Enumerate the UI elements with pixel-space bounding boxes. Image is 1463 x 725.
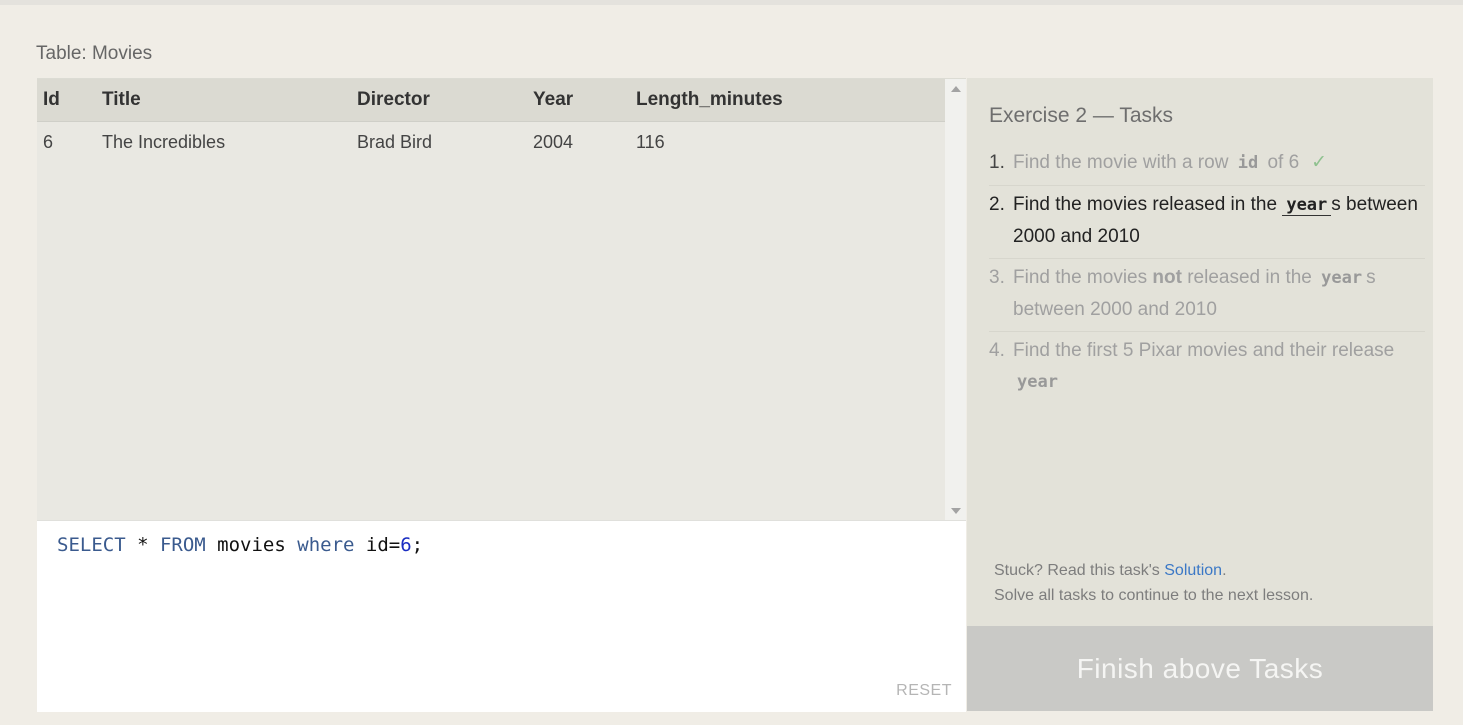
column-header-length: Length_minutes [636,79,945,122]
hint-line-1: Stuck? Read this task's Solution. [994,558,1313,583]
sql-keyword-from: FROM [159,534,206,556]
sql-token-table: movies [205,534,298,556]
checkmark-icon: ✓ [1311,152,1328,173]
top-edge [0,0,1463,5]
task-item-4: 4. Find the first 5 Pixar movies and the… [989,332,1425,404]
table-caption: Table: Movies [36,43,153,64]
task-text: Find the first 5 Pixar movies and their … [1013,335,1425,398]
task-text-part: Find the movies released in the [1013,194,1278,215]
results-panel: Id Title Director Year Length_minutes 6 … [37,78,966,521]
column-header-year: Year [533,79,636,122]
task-number: 4. [989,340,1005,361]
hint-prefix: Stuck? Read this task's [994,562,1160,579]
task-number: 2. [989,194,1005,215]
sql-keyword-select: SELECT [57,534,126,556]
task-text-part: of 6 [1267,152,1300,173]
results-scrollbar[interactable] [945,79,966,521]
task-code: year [1282,195,1332,216]
task-emphasis: not [1152,267,1182,288]
sql-token-condition: id= [354,534,401,556]
task-item-3: 3. Find the movies not released in the y… [989,259,1425,332]
sql-semicolon: ; [411,534,424,556]
cell-length: 116 [636,131,665,152]
table-row: 6 The Incredibles Brad Bird 2004 116 [37,122,945,163]
solution-link[interactable]: Solution [1164,562,1222,579]
cell-director: Brad Bird [357,131,433,152]
task-code: year [1321,268,1363,288]
reset-button[interactable]: RESET [896,682,952,700]
task-text-part: Find the first 5 Pixar movies and their … [1013,340,1395,361]
tasks-panel: Exercise 2 — Tasks 1. Find the movie wit… [967,78,1433,626]
cell-year: 2004 [533,131,574,152]
scroll-down-arrow-icon[interactable] [951,508,961,514]
hint-line-2: Solve all tasks to continue to the next … [994,587,1314,604]
task-list: 1. Find the movie with a row id of 6 ✓ 2.… [989,144,1425,404]
task-text: Find the movies not released in the year… [1013,262,1425,325]
results-table-wrap: Id Title Director Year Length_minutes 6 … [37,79,945,521]
task-text-part: Find the movies [1013,267,1148,288]
results-table: Id Title Director Year Length_minutes 6 … [37,79,945,162]
cell-title: The Incredibles [102,131,226,152]
header-row: Id Title Director Year Length_minutes [37,79,945,122]
hint-text: Stuck? Read this task's Solution. Solve … [994,558,1313,608]
cell-id: 6 [43,131,54,152]
sql-number: 6 [400,534,412,556]
task-item-1: 1. Find the movie with a row id of 6 ✓ [989,144,1425,186]
column-header-title: Title [102,79,357,122]
scroll-up-arrow-icon[interactable] [951,86,961,92]
column-header-id: Id [37,79,102,122]
sql-token-star: * [125,534,160,556]
task-number: 3. [989,267,1005,288]
task-code: id [1237,153,1259,173]
sql-keyword-where: where [297,534,355,556]
task-text: Find the movie with a row id of 6 ✓ [1013,147,1425,179]
tasks-title: Exercise 2 — Tasks [989,104,1174,127]
sql-query-line[interactable]: SELECT * FROM movies where id=6; [57,534,423,556]
column-header-director: Director [357,79,533,122]
task-text-part: Find the movie with a row [1013,152,1229,173]
task-item-2: 2. Find the movies released in the year s… [989,186,1425,259]
task-text: Find the movies released in the year s be… [1013,189,1425,252]
task-code: year [1017,372,1058,392]
task-number: 1. [989,152,1005,173]
task-text-part: released in the [1187,267,1312,288]
finish-tasks-button[interactable]: Finish above Tasks [967,626,1433,711]
hint-suffix: . [1222,562,1227,579]
sql-editor[interactable]: SELECT * FROM movies where id=6; RESET [37,520,966,712]
